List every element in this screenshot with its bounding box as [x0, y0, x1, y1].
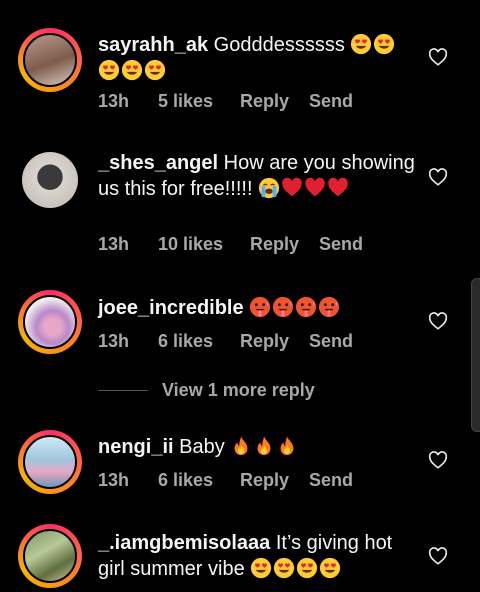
- comment-emoji: [258, 177, 350, 200]
- heart-eyes-emoji-icon: [121, 59, 143, 81]
- hot-face-emoji-icon: [272, 296, 294, 318]
- comment-username[interactable]: sayrahh_ak: [98, 34, 208, 56]
- comment-emoji: [230, 435, 299, 458]
- timestamp: 13h: [98, 331, 130, 351]
- reply-button[interactable]: Reply: [250, 234, 299, 255]
- comment-username[interactable]: _shes_angel: [98, 152, 218, 174]
- send-button[interactable]: Send: [319, 234, 363, 255]
- heart-eyes-emoji-icon: [373, 33, 395, 55]
- red-heart-emoji-icon: [304, 177, 326, 199]
- heart-eyes-emoji-icon: [350, 33, 372, 55]
- fire-emoji-icon: [253, 435, 275, 457]
- send-button[interactable]: Send: [309, 470, 353, 491]
- fire-emoji-icon: [230, 435, 252, 457]
- comment-emoji: [250, 557, 342, 580]
- comment-username[interactable]: nengi_ii: [98, 436, 174, 458]
- heart-icon[interactable]: [428, 168, 448, 186]
- hot-face-emoji-icon: [249, 296, 271, 318]
- comment-username[interactable]: joee_incredible: [98, 297, 244, 319]
- reply-button[interactable]: Reply: [240, 91, 289, 112]
- heart-icon[interactable]: [428, 312, 448, 330]
- comment-username[interactable]: _.iamgbemisolaaa: [98, 532, 270, 554]
- timestamp: 13h: [98, 470, 130, 490]
- fire-emoji-icon: [276, 435, 298, 457]
- heart-eyes-emoji-icon: [296, 557, 318, 579]
- heart-icon[interactable]: [428, 547, 448, 565]
- avatar[interactable]: [18, 28, 82, 92]
- comment-emoji: [249, 296, 341, 319]
- red-heart-emoji-icon: [281, 177, 303, 199]
- comment-text: Godddessssss: [213, 34, 345, 56]
- likes-count[interactable]: 10 likes: [158, 234, 223, 255]
- likes-count[interactable]: 5 likes: [158, 91, 213, 112]
- red-heart-emoji-icon: [327, 177, 349, 199]
- heart-icon[interactable]: [428, 48, 448, 66]
- likes-count[interactable]: 6 likes: [158, 470, 213, 491]
- avatar[interactable]: [18, 148, 82, 212]
- reply-button[interactable]: Reply: [240, 470, 289, 491]
- hot-face-emoji-icon: [295, 296, 317, 318]
- heart-eyes-emoji-icon: [250, 557, 272, 579]
- send-button[interactable]: Send: [309, 331, 353, 352]
- scrollbar[interactable]: [471, 278, 480, 432]
- avatar[interactable]: [18, 430, 82, 494]
- heart-eyes-emoji-icon: [144, 59, 166, 81]
- view-more-replies-label[interactable]: View 1 more reply: [162, 380, 315, 401]
- timestamp: 13h: [98, 234, 130, 254]
- likes-count[interactable]: 6 likes: [158, 331, 213, 352]
- crying-face-emoji-icon: [258, 177, 280, 199]
- heart-eyes-emoji-icon: [98, 59, 120, 81]
- hot-face-emoji-icon: [318, 296, 340, 318]
- timestamp: 13h: [98, 91, 130, 111]
- reply-button[interactable]: Reply: [240, 331, 289, 352]
- heart-eyes-emoji-icon: [319, 557, 341, 579]
- send-button[interactable]: Send: [309, 91, 353, 112]
- heart-eyes-emoji-icon: [273, 557, 295, 579]
- avatar[interactable]: [18, 290, 82, 354]
- divider-line: [98, 390, 148, 391]
- heart-icon[interactable]: [428, 451, 448, 469]
- comment-text: Baby: [179, 436, 225, 458]
- avatar[interactable]: [18, 524, 82, 588]
